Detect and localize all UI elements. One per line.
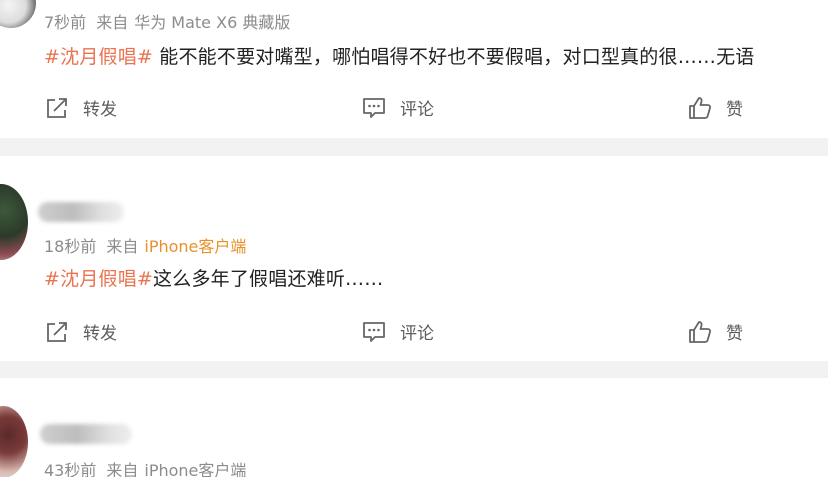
username-blurred[interactable] <box>40 424 132 444</box>
post-card: 18秒前 来自 iPhone客户端 #沈月假唱#这么多年了假唱还难听…… 转发 评论… <box>0 156 828 361</box>
comment-button[interactable]: 评论 <box>362 319 434 344</box>
like-label: 赞 <box>726 324 743 344</box>
comment-button[interactable]: 评论 <box>362 95 434 120</box>
comment-label: 评论 <box>400 100 434 120</box>
thumbs-up-icon <box>689 320 712 343</box>
post-body: 这么多年了假唱还难听…… <box>153 268 384 290</box>
comment-icon <box>363 321 385 342</box>
post-source-prefix: 来自 <box>106 237 139 256</box>
post-device: 华为 Mate X6 典藏版 <box>134 13 291 32</box>
share-icon <box>47 321 67 342</box>
post-body: 能不能不要对嘴型，哪怕唱得不好也不要假唱，对口型真的很……无语 <box>153 46 755 68</box>
hashtag-link[interactable]: #沈月假唱# <box>44 268 153 290</box>
comment-label: 评论 <box>400 324 434 344</box>
post-text: #沈月假唱#这么多年了假唱还难听…… <box>44 264 383 291</box>
post-source-prefix: 来自 <box>106 461 139 477</box>
repost-button[interactable]: 转发 <box>45 95 117 120</box>
repost-label: 转发 <box>83 324 117 344</box>
post-device-link[interactable]: iPhone客户端 <box>144 237 246 256</box>
post-meta: 7秒前 来自 华为 Mate X6 典藏版 <box>44 9 290 33</box>
repost-button[interactable]: 转发 <box>45 319 117 344</box>
post-source-prefix: 来自 <box>96 13 129 32</box>
post-meta: 18秒前 来自 iPhone客户端 <box>44 233 246 257</box>
like-button[interactable]: 赞 <box>688 95 743 120</box>
avatar[interactable] <box>0 184 28 260</box>
post-card: 43秒前 来自 iPhone客户端 <box>0 378 828 477</box>
avatar[interactable] <box>0 0 36 28</box>
avatar[interactable] <box>0 406 28 477</box>
hashtag-link[interactable]: #沈月假唱# <box>44 46 153 68</box>
post-meta: 43秒前 来自 iPhone客户端 <box>44 457 246 477</box>
post-card: 7秒前 来自 华为 Mate X6 典藏版 #沈月假唱# 能不能不要对嘴型，哪怕唱得… <box>0 0 828 138</box>
like-button[interactable]: 赞 <box>688 319 743 344</box>
post-text: #沈月假唱# 能不能不要对嘴型，哪怕唱得不好也不要假唱，对口型真的很……无语 <box>44 42 755 69</box>
username-blurred[interactable] <box>38 202 124 222</box>
post-time: 43秒前 <box>44 461 97 477</box>
post-time: 18秒前 <box>44 237 97 256</box>
post-time: 7秒前 <box>44 13 87 32</box>
comment-icon <box>363 97 385 118</box>
repost-label: 转发 <box>83 100 117 120</box>
post-device: iPhone客户端 <box>144 461 247 477</box>
share-icon <box>47 97 67 118</box>
thumbs-up-icon <box>689 96 712 119</box>
like-label: 赞 <box>726 100 743 120</box>
